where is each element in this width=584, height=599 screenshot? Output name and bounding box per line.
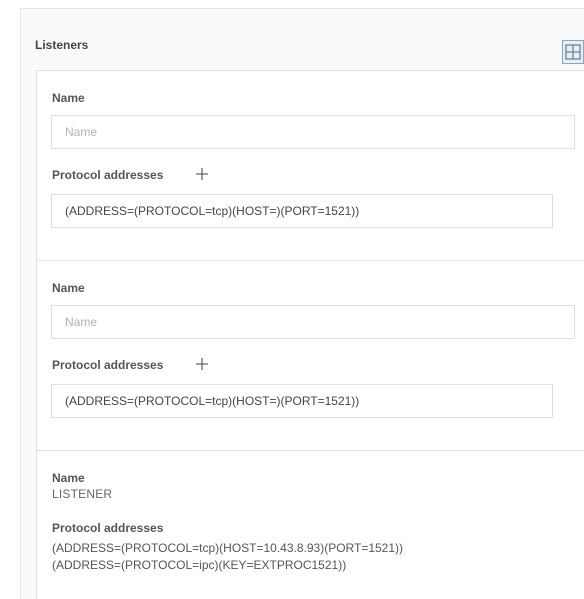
listener-card: Name Protocol addresses: [36, 70, 584, 261]
name-input[interactable]: [51, 305, 575, 339]
listener-card-readonly: Name LISTENER Protocol addresses (ADDRES…: [36, 450, 584, 599]
protocol-address-input[interactable]: [51, 194, 553, 228]
grid-add-icon: [565, 44, 581, 60]
protocol-addresses-label: Protocol addresses: [52, 358, 164, 372]
name-label: Name: [52, 91, 85, 105]
plus-icon[interactable]: [194, 166, 210, 182]
section-title: Listeners: [35, 38, 89, 52]
name-input[interactable]: [51, 115, 575, 149]
add-listener-button[interactable]: [562, 40, 584, 64]
listeners-page: Listeners Name Protocol addresses Name P…: [0, 0, 584, 599]
protocol-addresses-label: Protocol addresses: [52, 168, 164, 182]
plus-icon[interactable]: [194, 356, 210, 372]
protocol-address-value: (ADDRESS=(PROTOCOL=ipc)(KEY=EXTPROC1521)…: [52, 558, 347, 572]
top-band: [0, 0, 584, 8]
listener-name-value: LISTENER: [52, 487, 113, 501]
protocol-address-input[interactable]: [51, 384, 553, 418]
protocol-addresses-label: Protocol addresses: [52, 521, 164, 535]
name-label: Name: [52, 281, 85, 295]
listener-card: Name Protocol addresses: [36, 260, 584, 451]
protocol-address-value: (ADDRESS=(PROTOCOL=tcp)(HOST=10.43.8.93)…: [52, 541, 404, 555]
name-label: Name: [52, 471, 85, 485]
